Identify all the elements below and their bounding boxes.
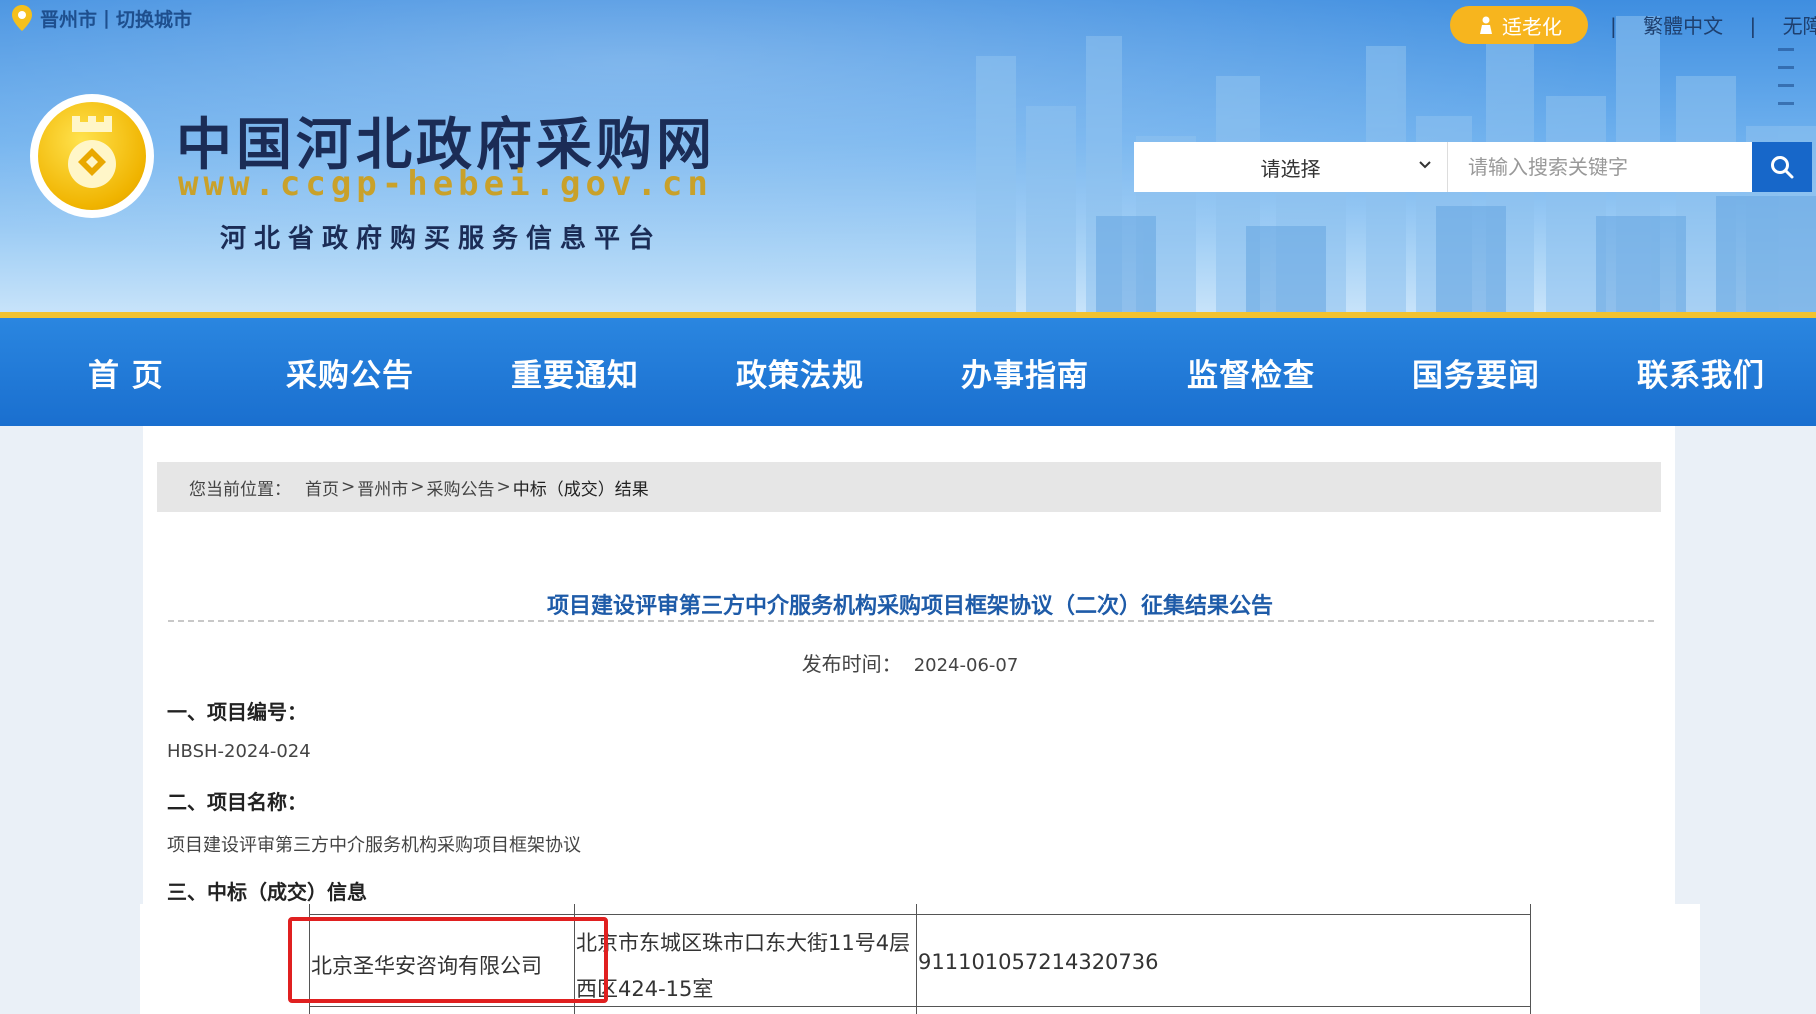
publish-label: 发布时间： (801, 652, 902, 676)
section-heading: 二、项目名称： (167, 790, 307, 814)
side-menu-icon[interactable] (1776, 46, 1796, 116)
nav-guides[interactable]: 办事指南 (961, 318, 1089, 426)
divider: | (1610, 14, 1617, 38)
article-title: 项目建设评审第三方中介服务机构采购项目框架协议（二次）征集结果公告 (546, 594, 1273, 619)
section-heading: 三、中标（成交）信息 (167, 880, 367, 904)
breadcrumb-separator: > (496, 477, 511, 497)
divider: | (1749, 14, 1757, 38)
search-icon (1771, 156, 1794, 179)
nav-home[interactable]: 首 页 (88, 318, 164, 426)
project-name: 项目建设评审第三方中介服务机构采购项目框架协议 (167, 835, 581, 856)
search-bar: 请选择 (1134, 142, 1812, 192)
section-heading: 一、项目编号： (167, 700, 307, 724)
breadcrumb-separator: > (341, 477, 356, 497)
breadcrumb-city[interactable]: 晋州市 (357, 475, 408, 500)
breadcrumb-prefix: 您当前位置： (189, 479, 291, 500)
search-button[interactable] (1752, 142, 1812, 192)
person-icon (1480, 16, 1492, 34)
table-border (309, 914, 1531, 915)
accessibility-link[interactable]: 无障碍 (1783, 14, 1816, 38)
nav-supervision[interactable]: 监督检查 (1187, 318, 1315, 426)
breadcrumb-separator: > (410, 477, 425, 497)
location-pin-icon (12, 5, 32, 31)
publish-info: 发布时间： 2024-06-07 (170, 648, 1650, 677)
table-border (309, 1006, 1531, 1007)
table-border (1530, 904, 1531, 1014)
elderly-mode-label: 适老化 (1502, 14, 1562, 39)
search-category-select[interactable]: 请选择 (1134, 142, 1448, 192)
breadcrumb: 您当前位置： 首页 > 晋州市 > 采购公告 > 中标（成交）结果 (157, 462, 1661, 512)
table-border (916, 904, 917, 1014)
address-cell-line1: 北京市东城区珠市口东大街11号4层 (576, 931, 911, 955)
search-input[interactable] (1448, 142, 1752, 192)
nav-policies[interactable]: 政策法规 (736, 318, 864, 426)
location-divider: | (103, 7, 110, 29)
main-nav: 首 页 采购公告 重要通知 政策法规 办事指南 监督检查 国务要闻 联系我们 (0, 318, 1816, 426)
highlight-annotation-box (288, 917, 608, 1003)
site-emblem[interactable] (30, 94, 154, 218)
header-banner: 晋州市 | 切换城市 适老化 | 繁體中文 | 无障碍 (0, 0, 1816, 316)
switch-city-link[interactable]: 切换城市 (116, 5, 192, 32)
top-links: | 繁體中文 | 无障碍 (1600, 10, 1816, 39)
breadcrumb-home[interactable]: 首页 (305, 475, 339, 500)
emblem-inner (38, 102, 146, 210)
breadcrumb-current: 中标（成交）结果 (512, 479, 649, 500)
traditional-chinese-link[interactable]: 繁體中文 (1643, 14, 1723, 38)
elderly-mode-button[interactable]: 适老化 (1450, 6, 1588, 44)
project-number: HBSH-2024-024 (167, 741, 311, 762)
publish-date: 2024-06-07 (913, 655, 1019, 676)
nav-important-notices[interactable]: 重要通知 (511, 318, 639, 426)
title-divider (168, 620, 1654, 622)
chevron-down-icon (1419, 161, 1431, 169)
nav-contact[interactable]: 联系我们 (1637, 318, 1765, 426)
nav-procurement-notices[interactable]: 采购公告 (286, 318, 414, 426)
site-subtitle: 河北省政府购买服务信息平台 (220, 224, 663, 254)
select-value: 请选择 (1260, 156, 1321, 181)
site-url: www.ccgp-hebei.gov.cn (178, 164, 713, 204)
emblem-icon (68, 116, 116, 188)
breadcrumb-notices[interactable]: 采购公告 (427, 475, 495, 500)
location-city[interactable]: 晋州市 (40, 5, 97, 32)
credit-code-cell: 911101057214320736 (918, 950, 1159, 974)
nav-state-news[interactable]: 国务要闻 (1412, 318, 1540, 426)
location-selector[interactable]: 晋州市 | 切换城市 (10, 4, 192, 32)
